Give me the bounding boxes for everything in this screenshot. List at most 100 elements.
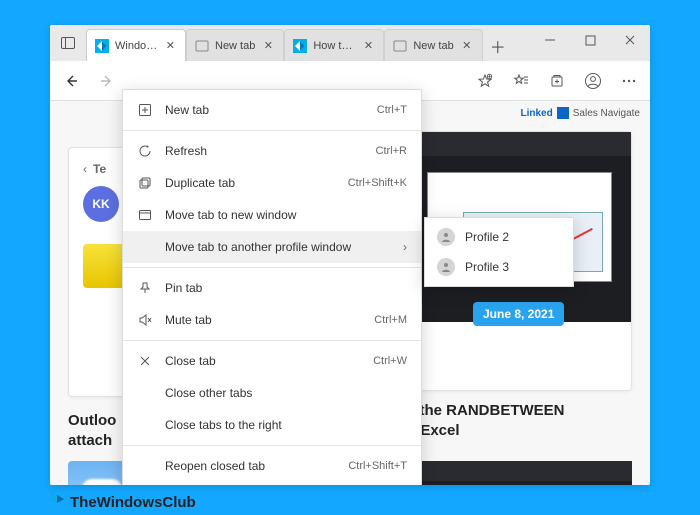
more-icon	[621, 73, 637, 89]
plus-box-icon	[137, 102, 153, 118]
card-back-label: Te	[93, 162, 106, 176]
profile-icon	[584, 72, 602, 90]
menu-label: Duplicate tab	[165, 176, 336, 190]
menu-label: Refresh	[165, 144, 364, 158]
watermark-text: TheWindowsClub	[70, 494, 196, 511]
tab-2[interactable]: How to g ✕	[284, 29, 384, 61]
linkedin-icon	[557, 107, 569, 119]
favicon-newtab-icon	[393, 39, 407, 53]
collections-icon	[549, 73, 565, 89]
profile-avatar-icon	[437, 258, 455, 276]
submenu-item-profile-3[interactable]: Profile 3	[425, 252, 573, 282]
menu-item-refresh[interactable]: Refresh Ctrl+R	[123, 135, 421, 167]
tab-title: New tab	[215, 40, 255, 52]
chevron-right-icon: ›	[403, 240, 407, 254]
tab-3[interactable]: New tab ✕	[384, 29, 482, 61]
titlebar: Windows ✕ New tab ✕ How to g ✕	[50, 25, 650, 61]
menu-item-close-right-tabs[interactable]: Close tabs to the right	[123, 409, 421, 441]
linked-text: Sales Navigate	[573, 108, 640, 119]
back-button[interactable]	[54, 64, 88, 98]
menu-separator	[123, 130, 421, 131]
tab-close-button[interactable]: ✕	[362, 39, 376, 53]
blank-icon	[137, 239, 153, 255]
minimize-button[interactable]	[530, 25, 570, 55]
app-ribbon	[403, 132, 631, 156]
close-window-button[interactable]	[610, 25, 650, 55]
menu-shortcut: Ctrl+Shift+T	[348, 460, 407, 472]
pin-icon	[137, 280, 153, 296]
watermark: TheWindowsClub	[50, 494, 196, 511]
tab-close-button[interactable]: ✕	[164, 39, 177, 53]
tab-1[interactable]: New tab ✕	[186, 29, 284, 61]
browser-window: Windows ✕ New tab ✕ How to g ✕	[50, 25, 650, 485]
chevron-left-icon[interactable]: ‹	[83, 162, 87, 176]
menu-shortcut: Ctrl+Shift+K	[348, 177, 407, 189]
window-icon	[137, 207, 153, 223]
menu-shortcut: Ctrl+R	[376, 145, 407, 157]
menu-item-close-other-tabs[interactable]: Close other tabs	[123, 377, 421, 409]
new-tab-button[interactable]: ＋	[483, 31, 513, 61]
submenu-label: Profile 3	[465, 260, 509, 274]
menu-label: Close tab	[165, 354, 361, 368]
forward-arrow-icon	[99, 73, 115, 89]
profile-button[interactable]	[576, 64, 610, 98]
menu-separator	[123, 340, 421, 341]
window-controls	[530, 25, 650, 55]
menu-item-move-profile-window[interactable]: Move tab to another profile window ›	[123, 231, 421, 263]
menu-item-move-new-window[interactable]: Move tab to new window	[123, 199, 421, 231]
date-badge-text: June 8, 2021	[483, 307, 554, 321]
article-title-left: Outloo attach	[68, 411, 116, 450]
tab-title: New tab	[413, 40, 453, 52]
favicon-site-icon	[293, 39, 307, 53]
menu-item-new-tab[interactable]: New tab Ctrl+T	[123, 94, 421, 126]
vertical-tabs-icon	[60, 35, 76, 51]
submenu-label: Profile 2	[465, 230, 509, 244]
tab-close-button[interactable]: ✕	[460, 39, 474, 53]
submenu-item-profile-2[interactable]: Profile 2	[425, 222, 573, 252]
tab-close-button[interactable]: ✕	[261, 39, 275, 53]
menu-label: New tab	[165, 103, 365, 117]
menu-label: Reopen closed tab	[165, 459, 336, 473]
article-title-left-l1: Outloo	[68, 411, 116, 431]
vertical-tabs-button[interactable]	[50, 25, 86, 61]
favorite-add-button[interactable]	[468, 64, 502, 98]
back-arrow-icon	[63, 73, 79, 89]
menu-label: Mute tab	[165, 313, 362, 327]
refresh-icon	[137, 143, 153, 159]
menu-label: Close other tabs	[165, 386, 407, 400]
menu-item-close-tab[interactable]: Close tab Ctrl+W	[123, 345, 421, 377]
watermark-logo-icon	[50, 495, 64, 511]
toolbar-right	[468, 64, 646, 98]
star-lines-icon	[513, 73, 529, 89]
favicon-newtab-icon	[195, 39, 209, 53]
star-plus-icon	[477, 73, 493, 89]
linked-banner: Linked Sales Navigate	[521, 107, 641, 119]
tab-strip: Windows ✕ New tab ✕ How to g ✕	[86, 25, 513, 61]
menu-separator	[123, 445, 421, 446]
menu-item-mute-tab[interactable]: Mute tab Ctrl+M	[123, 304, 421, 336]
menu-shortcut: Ctrl+W	[373, 355, 407, 367]
menu-label: Close tabs to the right	[165, 418, 407, 432]
favorites-button[interactable]	[504, 64, 538, 98]
dark-thumbnail	[402, 461, 632, 485]
maximize-button[interactable]	[570, 25, 610, 55]
maximize-icon	[585, 35, 596, 46]
menu-item-duplicate-tab[interactable]: Duplicate tab Ctrl+Shift+K	[123, 167, 421, 199]
favicon-site-icon	[95, 39, 109, 53]
menu-shortcut: Ctrl+T	[377, 104, 407, 116]
avatar-initials: KK	[92, 197, 109, 211]
collections-button[interactable]	[540, 64, 574, 98]
article-title-right: e the RANDBETWEEN n Excel	[407, 401, 632, 440]
profile-submenu: Profile 2 Profile 3	[424, 217, 574, 287]
date-badge: June 8, 2021	[473, 302, 564, 326]
forward-button[interactable]	[90, 64, 124, 98]
menu-separator	[123, 267, 421, 268]
tab-title: Windows	[115, 40, 158, 52]
settings-menu-button[interactable]	[612, 64, 646, 98]
menu-label: Move tab to another profile window	[165, 240, 391, 254]
menu-item-reopen-closed-tab[interactable]: Reopen closed tab Ctrl+Shift+T	[123, 450, 421, 482]
profile-avatar-icon	[437, 228, 455, 246]
tab-0[interactable]: Windows ✕	[86, 29, 186, 61]
article-title-left-l2: attach	[68, 431, 116, 451]
menu-item-pin-tab[interactable]: Pin tab	[123, 272, 421, 304]
